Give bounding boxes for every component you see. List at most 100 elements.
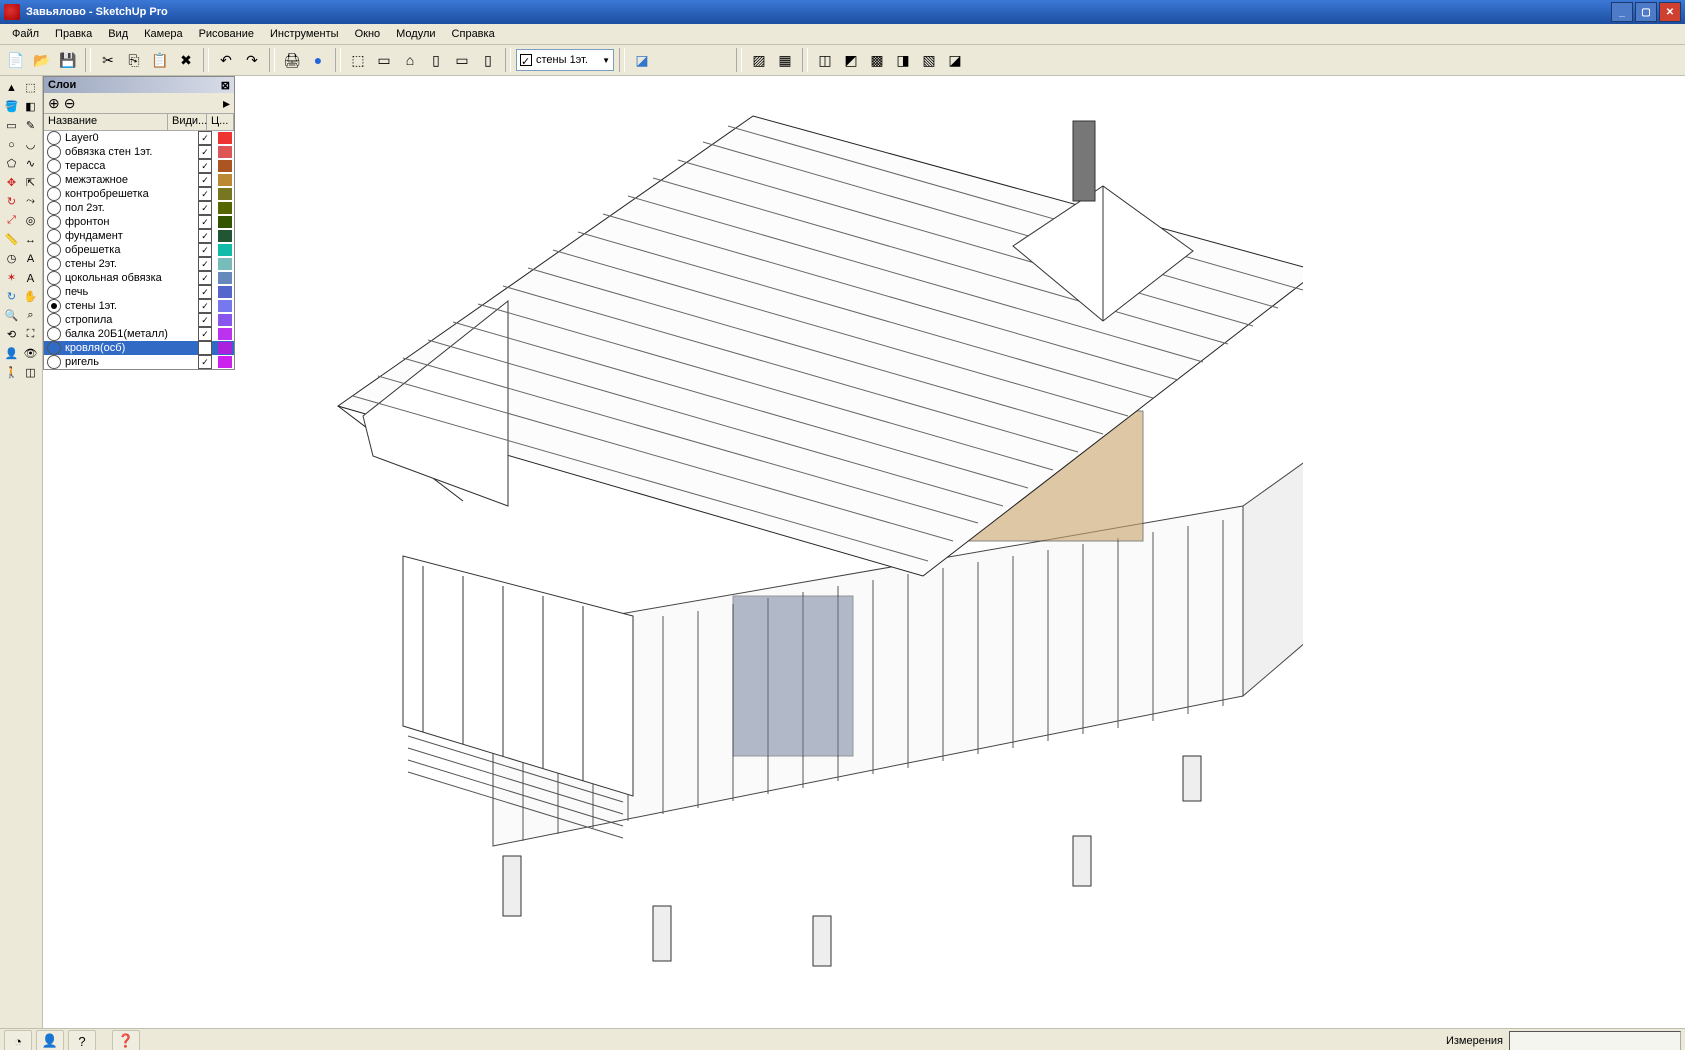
layers-panel-title[interactable]: Слои ⊠ [44, 77, 234, 93]
layer-active-radio[interactable] [47, 299, 61, 313]
layer-color-swatch[interactable] [218, 188, 232, 200]
orbit-tool[interactable]: ↻ [2, 287, 21, 306]
text-tool[interactable]: A [21, 249, 40, 268]
layer-color-swatch[interactable] [218, 160, 232, 172]
pan-tool[interactable]: ✋ [21, 287, 40, 306]
shaded-button[interactable]: ▨ [747, 48, 771, 72]
layer-row[interactable]: балка 20Б1(металл)✓ [44, 327, 234, 341]
menu-item[interactable]: Правка [47, 26, 100, 42]
layer-color-swatch[interactable] [218, 244, 232, 256]
front-button[interactable]: ⌂ [398, 48, 422, 72]
layer-active-radio[interactable] [47, 355, 61, 369]
new-button[interactable]: 📄 [4, 48, 28, 72]
layers-col-color[interactable]: Ц... [207, 114, 234, 130]
cut-button[interactable]: ✂ [96, 48, 120, 72]
layer-color-swatch[interactable] [218, 314, 232, 326]
component-tool[interactable]: ⬚ [21, 78, 40, 97]
layer-color-swatch[interactable] [218, 258, 232, 270]
redo-button[interactable]: ↷ [240, 48, 264, 72]
layer-row[interactable]: обрешетка✓ [44, 243, 234, 257]
protractor-tool[interactable]: ◷ [2, 249, 21, 268]
zoom-tool[interactable]: 🔍 [2, 306, 21, 325]
layer-visible-checkbox[interactable]: ✓ [198, 159, 212, 173]
layer-color-swatch[interactable] [218, 146, 232, 158]
select-tool[interactable]: ▲ [2, 78, 21, 97]
layers-menu-icon[interactable]: ▸ [223, 95, 230, 112]
credits-icon[interactable]: 👤 [36, 1030, 64, 1050]
layer-row[interactable]: стены 2эт.✓ [44, 257, 234, 271]
freehand-tool[interactable]: ∿ [21, 154, 40, 173]
walk-tool[interactable]: 🚶 [2, 363, 21, 382]
menu-item[interactable]: Вид [100, 26, 136, 42]
line-tool[interactable]: ✎ [21, 116, 40, 135]
layer-row[interactable]: стены 1эт.✓ [44, 299, 234, 313]
layer-color-swatch[interactable] [218, 300, 232, 312]
menu-item[interactable]: Рисование [191, 26, 262, 42]
menu-item[interactable]: Инструменты [262, 26, 347, 42]
right-button[interactable]: ▯ [424, 48, 448, 72]
wire-button[interactable]: ▦ [773, 48, 797, 72]
model-info-button[interactable]: ● [306, 48, 330, 72]
layer-active-radio[interactable] [47, 243, 61, 257]
layer-visible-checkbox[interactable] [198, 341, 212, 355]
layer-active-radio[interactable] [47, 271, 61, 285]
follow-tool[interactable]: ⤳ [21, 192, 40, 211]
layer-visible-checkbox[interactable]: ✓ [198, 173, 212, 187]
layer-active-radio[interactable] [47, 285, 61, 299]
help-status-icon[interactable]: ? [68, 1030, 96, 1050]
layer-active-radio[interactable] [47, 229, 61, 243]
layer-visible-checkbox[interactable]: ✓ [198, 131, 212, 145]
layer-visible-checkbox[interactable]: ✓ [198, 271, 212, 285]
layer-row[interactable]: ригель✓ [44, 355, 234, 369]
layer-row[interactable]: стропила✓ [44, 313, 234, 327]
layer-active-radio[interactable] [47, 341, 61, 355]
eraser-tool[interactable]: ◧ [21, 97, 40, 116]
menu-item[interactable]: Камера [136, 26, 190, 42]
paste-button[interactable]: 📋 [148, 48, 172, 72]
layer-active-radio[interactable] [47, 257, 61, 271]
paint-tool[interactable]: 🪣 [2, 97, 21, 116]
shaded2-button[interactable]: ▩ [865, 48, 889, 72]
zoom-ext-tool[interactable]: ⛶ [21, 325, 40, 344]
layer-row[interactable]: контробрешетка✓ [44, 187, 234, 201]
layer-row[interactable]: Layer0✓ [44, 131, 234, 145]
prev-tool[interactable]: ⟲ [2, 325, 21, 344]
measurements-input[interactable] [1509, 1031, 1681, 1050]
rotate-tool[interactable]: ↻ [2, 192, 21, 211]
layer-visible-checkbox[interactable]: ✓ [198, 201, 212, 215]
dim-tool[interactable]: ↔ [21, 230, 40, 249]
arc-tool[interactable]: ◡ [21, 135, 40, 154]
offset-tool[interactable]: ◎ [21, 211, 40, 230]
layer-color-swatch[interactable] [218, 328, 232, 340]
move-tool[interactable]: ✥ [2, 173, 21, 192]
layers-col-name[interactable]: Название [44, 114, 168, 130]
layer-row[interactable]: обвязка стен 1эт.✓ [44, 145, 234, 159]
poly-tool[interactable]: ⬠ [2, 154, 21, 173]
position-cam-tool[interactable]: 👤 [2, 344, 21, 363]
layer-dropdown[interactable]: ✓ стены 1эт. ▼ [516, 49, 614, 71]
axes-tool[interactable]: ✶ [2, 268, 21, 287]
layer-row[interactable]: фронтон✓ [44, 215, 234, 229]
layer-visible-checkbox[interactable]: ✓ [198, 327, 212, 341]
help2-icon[interactable]: ❓ [112, 1030, 140, 1050]
layer-active-radio[interactable] [47, 313, 61, 327]
layer-visible-checkbox[interactable]: ✓ [198, 243, 212, 257]
layer-active-radio[interactable] [47, 131, 61, 145]
layer-row[interactable]: терасса✓ [44, 159, 234, 173]
menu-item[interactable]: Модули [388, 26, 443, 42]
geo-icon[interactable]: ◔ [4, 1030, 32, 1050]
back-button[interactable]: ▭ [450, 48, 474, 72]
layer-visible-checkbox[interactable]: ✓ [198, 299, 212, 313]
print-button[interactable]: 🖨 [280, 48, 304, 72]
xray-button[interactable]: ◫ [813, 48, 837, 72]
layers-remove-icon[interactable]: ⊖ [64, 95, 76, 112]
layers-col-visible[interactable]: Види... [168, 114, 207, 130]
layer-active-radio[interactable] [47, 327, 61, 341]
close-button[interactable]: ✕ [1659, 2, 1681, 22]
layers-add-icon[interactable]: ⊕ [48, 95, 60, 112]
layer-visible-checkbox[interactable]: ✓ [198, 257, 212, 271]
layer-active-radio[interactable] [47, 159, 61, 173]
tex-button[interactable]: ▧ [917, 48, 941, 72]
layers-button[interactable]: ◪ [630, 48, 654, 72]
layer-row[interactable]: печь✓ [44, 285, 234, 299]
